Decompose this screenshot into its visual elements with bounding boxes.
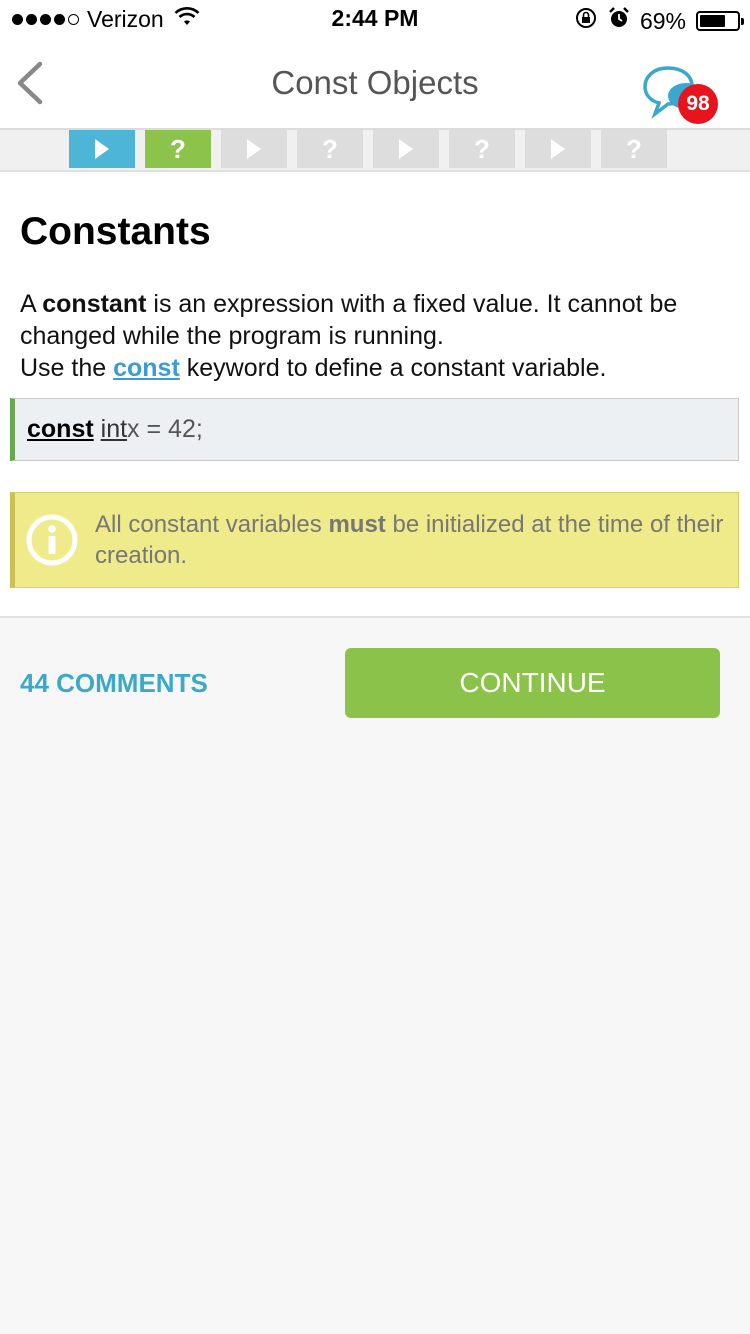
continue-button[interactable]: CONTINUE [345, 648, 720, 718]
step-quiz-2[interactable]: ? [297, 130, 363, 168]
step-lesson-2[interactable] [221, 130, 287, 168]
lesson-progress-steps: ? ? ? ? [0, 130, 750, 172]
text: All constant variables [95, 511, 329, 538]
battery-fill [700, 15, 725, 27]
orientation-lock-icon [574, 6, 598, 36]
const-keyword-link[interactable]: const [113, 354, 180, 382]
lesson-heading: Constants [20, 210, 211, 253]
page-title: Const Objects [271, 64, 479, 101]
step-lesson-3[interactable] [373, 130, 439, 168]
alarm-icon [608, 6, 630, 36]
lesson-paragraph: A constant is an expression with a fixed… [20, 288, 730, 384]
battery-percent: 69% [639, 7, 686, 34]
step-lesson-4[interactable] [525, 130, 591, 168]
bold-text: constant [42, 290, 147, 318]
code-block: const int x = 42; [10, 398, 739, 461]
info-note: All constant variables must be initializ… [10, 492, 739, 588]
code-rest: x = 42; [127, 415, 203, 443]
text: keyword to define a constant variable. [179, 354, 607, 382]
code-keyword[interactable]: const [27, 415, 94, 444]
info-icon [26, 514, 78, 566]
play-icon [399, 139, 413, 159]
step-quiz-4[interactable]: ? [601, 130, 667, 168]
battery-icon [696, 11, 744, 31]
play-icon [95, 139, 109, 159]
bold-text: must [328, 511, 386, 538]
info-text: All constant variables must be initializ… [95, 509, 725, 571]
step-quiz-3[interactable]: ? [449, 130, 515, 168]
notification-badge: 98 [678, 84, 718, 124]
play-icon [247, 139, 261, 159]
step-quiz-1[interactable]: ? [145, 130, 211, 168]
code-type[interactable]: int [101, 415, 127, 444]
comments-link[interactable]: 44 COMMENTS [20, 668, 208, 699]
lesson-content: Constants A constant is an expression wi… [0, 172, 750, 618]
navigation-bar: Const Objects 98 [0, 40, 750, 130]
text: Use the [20, 354, 114, 382]
status-bar-right: 69% [574, 6, 744, 36]
play-icon [551, 139, 565, 159]
text: A [20, 290, 43, 318]
step-lesson-1[interactable] [69, 130, 135, 168]
status-bar: Verizon 2:44 PM 69% [0, 0, 750, 40]
battery-nub [741, 18, 744, 25]
